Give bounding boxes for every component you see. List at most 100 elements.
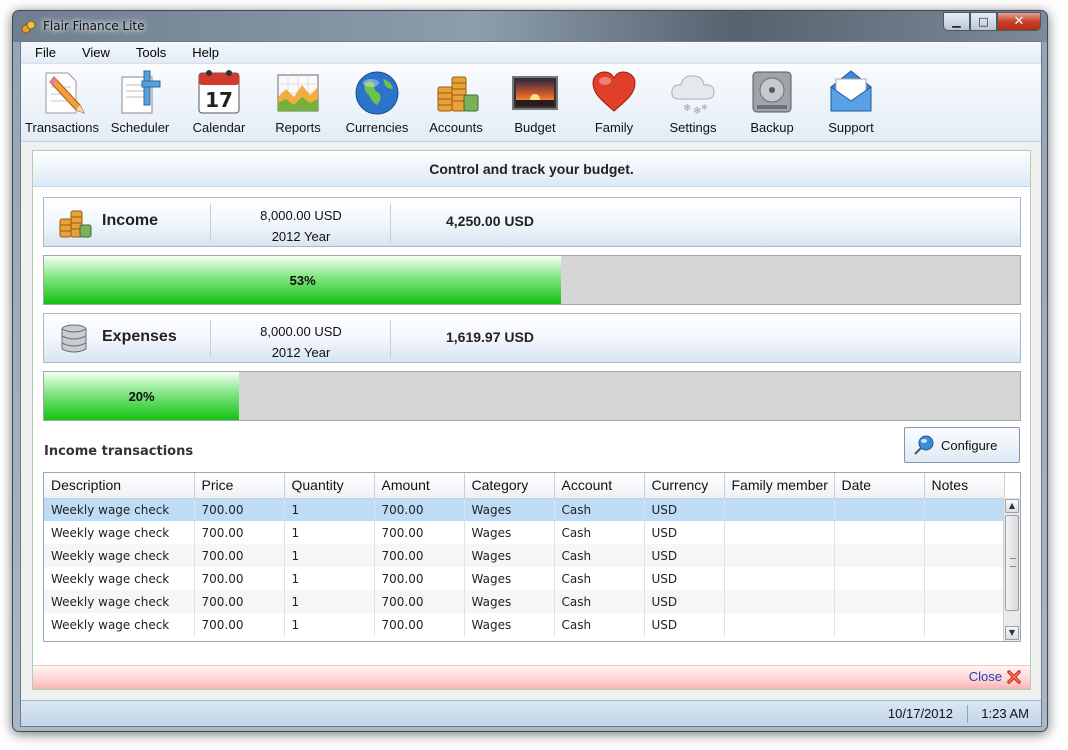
income-row: Income 8,000.00 USD 2012 Year 4,250.00 U…	[43, 197, 1021, 247]
column-header-description[interactable]: Description	[44, 473, 195, 499]
table-cell: 700.00	[374, 590, 465, 613]
table-cell: Wages	[464, 613, 555, 636]
expenses-progress-fill: 20%	[44, 372, 240, 420]
menu-view[interactable]: View	[82, 45, 110, 60]
income-progress-bar: 53%	[43, 255, 1021, 305]
budget-panel: Control and track your budget. Income 8,…	[32, 150, 1031, 690]
table-cell	[834, 521, 925, 544]
coins-icon	[437, 76, 479, 112]
envelope-icon	[830, 70, 872, 112]
status-bar: 10/17/2012 1:23 AM	[21, 700, 1041, 726]
section-title: Income transactions	[44, 444, 194, 459]
table-cell: 700.00	[194, 567, 285, 590]
table-cell: 1	[284, 498, 375, 521]
menu-file[interactable]: File	[35, 45, 56, 60]
table-row[interactable]: Weekly wage check 700.00 1 700.00 Wages Cash U…	[44, 521, 1005, 544]
globe-icon	[355, 71, 399, 115]
table-cell: Cash	[554, 521, 645, 544]
snow-cloud-icon: ❄ ❄ ❄	[671, 75, 715, 117]
income-period: 2012 Year	[271, 229, 331, 244]
divider	[390, 204, 391, 242]
column-header-currency[interactable]: Currency	[644, 473, 725, 499]
table-row[interactable]: Weekly wage check 700.00 1 700.00 Wages Cash U…	[44, 567, 1005, 590]
column-header-amount[interactable]: Amount	[374, 473, 465, 499]
toolbar-transactions-button[interactable]: Transactions	[22, 66, 102, 135]
table-cell: 700.00	[194, 590, 285, 613]
table-cell: USD	[644, 521, 725, 544]
table-cell	[834, 498, 925, 521]
column-header-account[interactable]: Account	[554, 473, 645, 499]
table-cell: Weekly wage check	[44, 521, 195, 544]
minimize-button[interactable]: ▁	[943, 12, 970, 31]
table-cell: Weekly wage check	[44, 544, 195, 567]
expenses-progress-bar: 20%	[43, 371, 1021, 421]
scrollbar-thumb[interactable]	[1005, 515, 1019, 611]
table-cell: Cash	[554, 567, 645, 590]
maximize-icon: □	[978, 15, 989, 28]
configure-button[interactable]: Configure	[904, 427, 1020, 463]
table-cell: 1	[284, 567, 375, 590]
toolbar-family-label: Family	[594, 120, 634, 135]
svg-text:❄: ❄	[701, 103, 708, 112]
toolbar-budget-label: Budget	[514, 120, 556, 135]
table-cell: Weekly wage check	[44, 613, 195, 636]
scroll-up-arrow-icon[interactable]: ▲	[1005, 499, 1019, 513]
toolbar-currencies-button[interactable]: Currencies	[337, 66, 417, 135]
menu-bar: File View Tools Help	[21, 42, 1041, 64]
close-panel-link[interactable]: Close	[969, 669, 1002, 684]
table-cell: Wages	[464, 498, 555, 521]
database-icon	[61, 324, 87, 353]
toolbar-settings-button[interactable]: ❄ ❄ ❄ Settings	[653, 66, 733, 135]
column-header-notes[interactable]: Notes	[924, 473, 1005, 499]
income-planned: 8,000.00 USD 2012 Year	[212, 205, 390, 247]
table-row[interactable]: Weekly wage check 700.00 1 700.00 Wages Cash U…	[44, 590, 1005, 613]
table-cell: 700.00	[374, 613, 465, 636]
toolbar-scheduler-label: Scheduler	[110, 120, 170, 135]
table-cell	[834, 567, 925, 590]
toolbar-backup-button[interactable]: Backup	[732, 66, 812, 135]
toolbar-calendar-button[interactable]: 17 Calendar	[179, 66, 259, 135]
maximize-button[interactable]: □	[970, 12, 997, 31]
income-actual: 4,250.00 USD	[446, 213, 534, 229]
column-header-category[interactable]: Category	[464, 473, 555, 499]
table-cell: USD	[644, 498, 725, 521]
toolbar-reports-button[interactable]: Reports	[258, 66, 338, 135]
toolbar-accounts-button[interactable]: Accounts	[416, 66, 496, 135]
table-cell: USD	[644, 567, 725, 590]
table-cell: Wages	[464, 521, 555, 544]
toolbar-budget-button[interactable]: Budget	[495, 66, 575, 135]
svg-text:❄: ❄	[683, 103, 691, 114]
table-cell: Weekly wage check	[44, 590, 195, 613]
menu-tools[interactable]: Tools	[136, 45, 166, 60]
menu-help[interactable]: Help	[192, 45, 219, 60]
scroll-down-arrow-icon[interactable]: ▼	[1005, 626, 1019, 640]
table-cell: Wages	[464, 567, 555, 590]
app-window: Flair Finance Lite ▁ □ ✕ File View Tools…	[12, 10, 1048, 732]
toolbar-family-button[interactable]: Family	[574, 66, 654, 135]
table-row[interactable]: Weekly wage check 700.00 1 700.00 Wages Cash U…	[44, 544, 1005, 567]
column-header-quantity[interactable]: Quantity	[284, 473, 375, 499]
title-bar[interactable]: Flair Finance Lite ▁ □ ✕	[13, 11, 1047, 42]
column-header-date[interactable]: Date	[834, 473, 925, 499]
column-header-price[interactable]: Price	[194, 473, 285, 499]
table-row[interactable]: Weekly wage check 700.00 1 700.00 Wages Cash U…	[44, 498, 1005, 521]
table-cell	[834, 544, 925, 567]
close-x-icon[interactable]	[1006, 669, 1022, 685]
table-cell: Wages	[464, 544, 555, 567]
income-planned-amount: 8,000.00 USD	[260, 208, 342, 223]
table-cell: Weekly wage check	[44, 567, 195, 590]
table-row[interactable]: Weekly wage check 700.00 1 700.00 Wages Cash U…	[44, 613, 1005, 636]
divider	[967, 705, 968, 723]
close-window-button[interactable]: ✕	[997, 12, 1041, 31]
toolbar-scheduler-button[interactable]: Scheduler	[100, 66, 180, 135]
window-title: Flair Finance Lite	[43, 19, 145, 33]
toolbar: Transactions Scheduler 17 Calendar Repor…	[21, 64, 1041, 142]
column-header-family-member[interactable]: Family member	[724, 473, 835, 499]
toolbar-accounts-label: Accounts	[429, 120, 483, 135]
table-cell	[724, 498, 835, 521]
toolbar-currencies-label: Currencies	[345, 120, 409, 135]
vertical-scrollbar[interactable]: ▲ ▼	[1003, 498, 1020, 641]
expenses-actual: 1,619.97 USD	[446, 329, 534, 345]
toolbar-support-button[interactable]: Support	[811, 66, 891, 135]
table-cell: 1	[284, 590, 375, 613]
